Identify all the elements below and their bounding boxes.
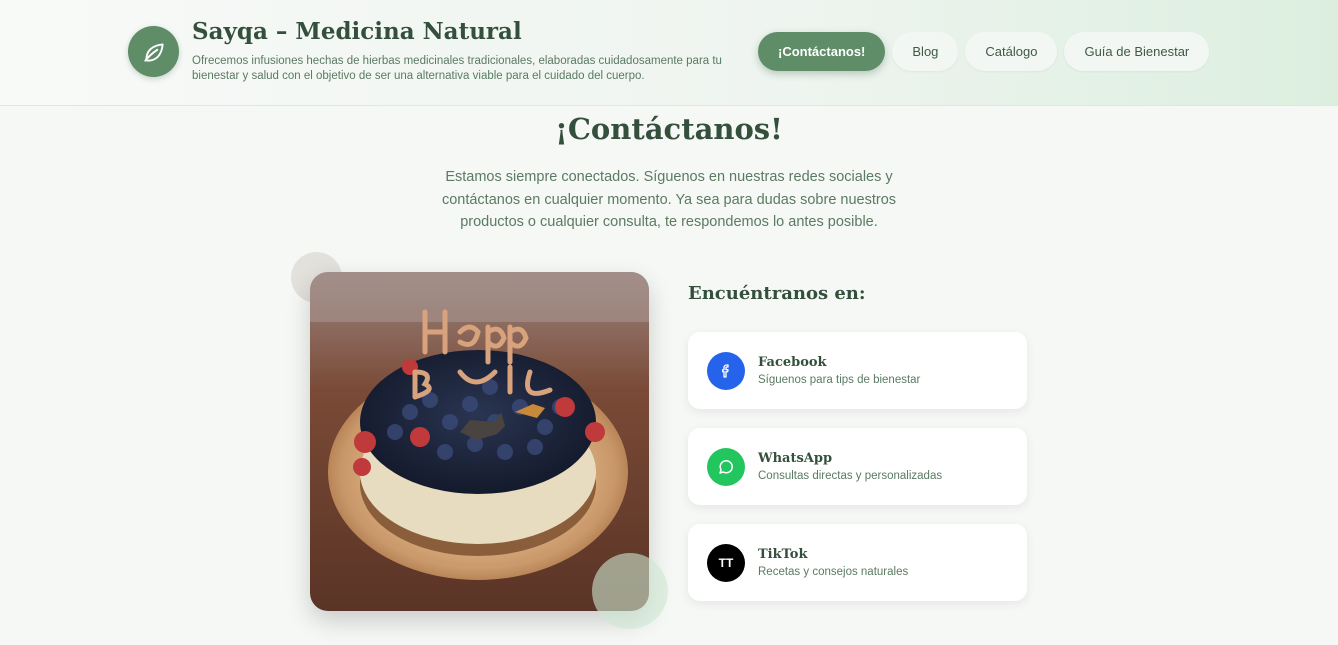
site-title[interactable]: Sayqa – Medicina Natural <box>192 18 522 45</box>
birthday-cake-photo <box>310 272 649 611</box>
intro-text: Estamos siempre conectados. Síguenos en … <box>441 169 897 230</box>
social-subtitle: Recetas y consejos naturales <box>758 566 909 578</box>
decorative-circle-bottom <box>592 553 668 629</box>
nav-catalogo-button[interactable]: Catálogo <box>965 32 1058 71</box>
page-title: ¡Contáctanos! <box>555 112 783 146</box>
social-name: WhatsApp <box>758 451 833 466</box>
tiktok-card[interactable]: TT TikTok Recetas y consejos naturales <box>688 524 1027 601</box>
social-section-title: Encuéntranos en: <box>688 283 866 304</box>
nav-guia-bienestar-button[interactable]: Guía de Bienestar <box>1064 32 1210 71</box>
site-header: Sayqa – Medicina Natural Ofrecemos infus… <box>0 0 1338 106</box>
tiktok-icon: TT <box>707 544 745 582</box>
facebook-card[interactable]: Facebook Síguenos para tips de bienestar <box>688 332 1027 409</box>
social-subtitle: Síguenos para tips de bienestar <box>758 374 921 386</box>
leaf-icon[interactable] <box>128 26 179 77</box>
main-nav: ¡Contáctanos! Blog Catálogo Guía de Bien… <box>758 32 1210 71</box>
nav-contactanos-button[interactable]: ¡Contáctanos! <box>758 32 886 71</box>
whatsapp-card[interactable]: WhatsApp Consultas directas y personaliz… <box>688 428 1027 505</box>
social-subtitle: Consultas directas y personalizadas <box>758 470 943 482</box>
facebook-icon <box>707 352 745 390</box>
social-name: Facebook <box>758 355 827 370</box>
nav-blog-button[interactable]: Blog <box>892 32 959 71</box>
social-name: TikTok <box>758 547 808 562</box>
site-description: Ofrecemos infusiones hechas de hierbas m… <box>192 55 722 82</box>
whatsapp-icon <box>707 448 745 486</box>
